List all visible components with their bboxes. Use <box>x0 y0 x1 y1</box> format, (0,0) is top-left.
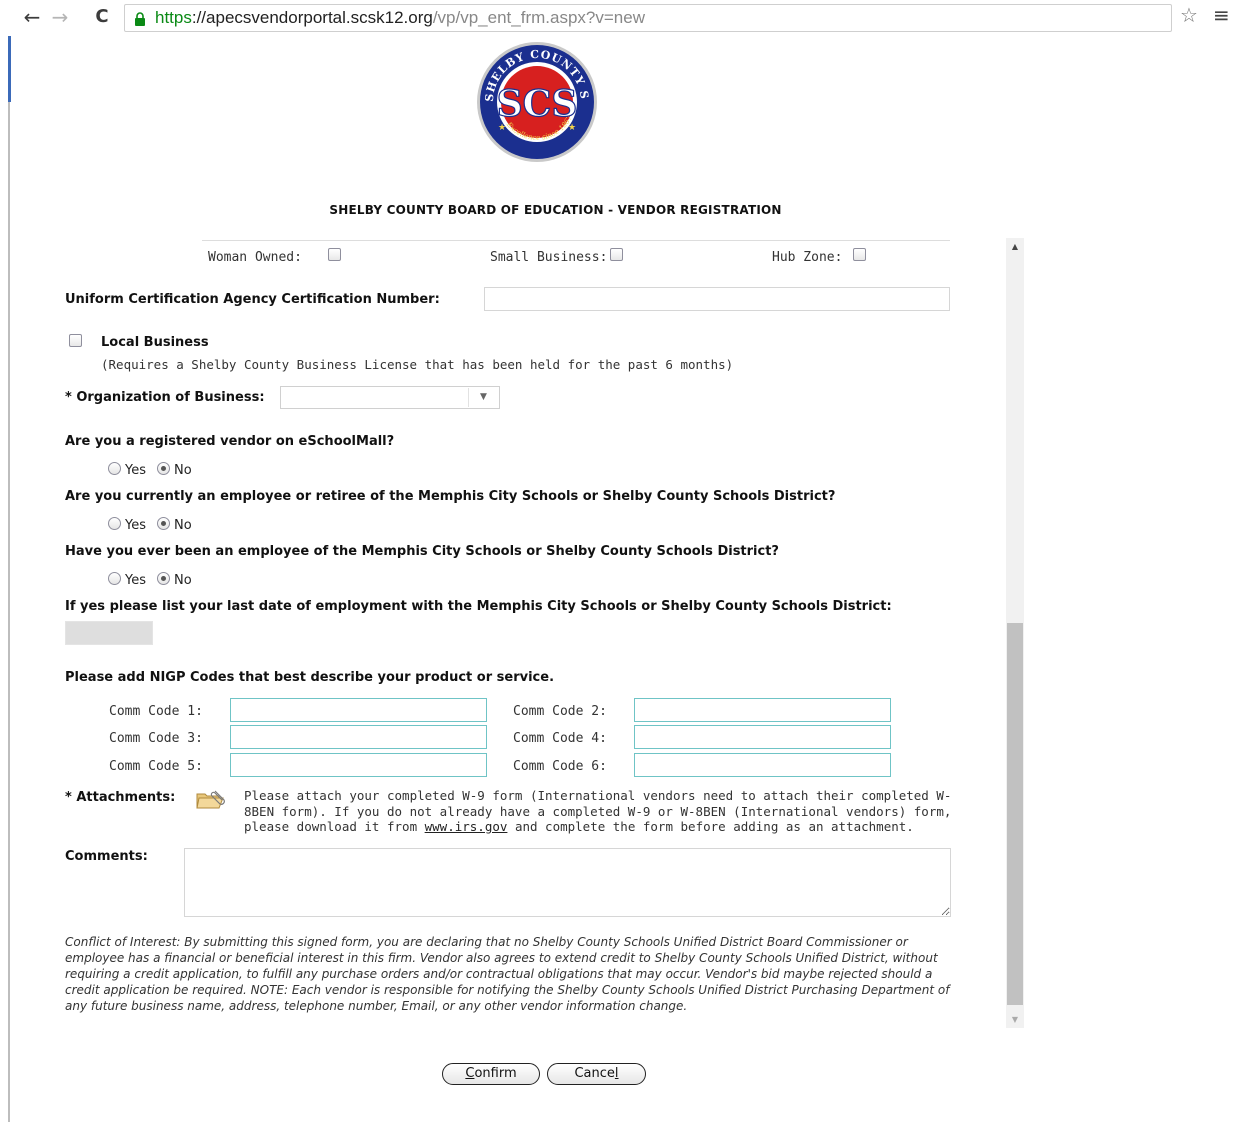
comm-code-3-label: Comm Code 3: <box>109 731 203 746</box>
attachments-label: * Attachments: <box>65 790 176 805</box>
page-title: SHELBY COUNTY BOARD OF EDUCATION - VENDO… <box>329 203 782 217</box>
current-employee-yes-label: Yes <box>125 518 146 533</box>
local-business-note: (Requires a Shelby County Business Licen… <box>101 357 734 372</box>
question-former-employee: Have you ever been an employee of the Me… <box>65 544 779 559</box>
woman-owned-label: Woman Owned: <box>208 250 302 265</box>
last-employment-date-input <box>65 621 153 645</box>
irs-link[interactable]: www.irs.gov <box>425 819 508 834</box>
cancel-accesskey: l <box>614 1066 619 1081</box>
form-scrollbar[interactable]: ▲ ▼ <box>1006 238 1024 1028</box>
url-scheme: https <box>155 8 192 27</box>
logo-monogram: SCS <box>497 83 578 125</box>
chevron-down-icon[interactable]: ▼ <box>468 388 498 407</box>
former-employee-no-radio[interactable] <box>157 572 170 585</box>
browser-toolbar: ← → C https://apecsvendorportal.scsk12.o… <box>0 0 1250 36</box>
url-separator: :// <box>191 8 207 27</box>
current-employee-no-radio[interactable] <box>157 517 170 530</box>
nigp-heading: Please add NIGP Codes that best describe… <box>65 670 555 685</box>
hub-zone-label: Hub Zone: <box>772 250 843 265</box>
url-text: https://apecsvendorportal.scsk12.org/vp/… <box>155 8 645 28</box>
scroll-up-arrow-icon[interactable]: ▲ <box>1006 238 1024 255</box>
conflict-of-interest-text: Conflict of Interest: By submitting this… <box>65 935 950 1013</box>
eschoolmall-no-radio[interactable] <box>157 462 170 475</box>
comm-code-2-input[interactable] <box>634 698 891 722</box>
lock-icon <box>135 12 145 26</box>
shelby-county-schools-logo: SHELBY COUNTY SCHOOLS Excellence since 1… <box>475 40 597 162</box>
menu-icon[interactable]: ≡ <box>1213 3 1230 27</box>
comm-code-3-input[interactable] <box>230 725 487 749</box>
local-business-label: Local Business <box>101 335 209 350</box>
url-path: /vp/vp_ent_frm.aspx?v=new <box>432 8 645 27</box>
comments-label: Comments: <box>65 849 148 864</box>
organization-select[interactable]: ▼ <box>280 386 500 409</box>
question-eschoolmall: Are you a registered vendor on eSchoolMa… <box>65 434 395 449</box>
woman-owned-checkbox[interactable] <box>328 248 341 261</box>
small-business-checkbox[interactable] <box>610 248 623 261</box>
cancel-label-start: Cance <box>574 1066 615 1081</box>
local-business-checkbox[interactable] <box>69 334 82 347</box>
scrollbar-thumb[interactable] <box>1007 623 1023 1005</box>
former-employee-yes-radio[interactable] <box>108 572 121 585</box>
attach-folder-icon[interactable] <box>195 788 227 810</box>
ucaa-label: Uniform Certification Agency Certificati… <box>65 292 440 307</box>
window-edge-accent <box>8 36 11 102</box>
small-business-label: Small Business: <box>490 250 608 265</box>
confirm-label-rest: onfirm <box>474 1066 517 1081</box>
hub-zone-checkbox[interactable] <box>853 248 866 261</box>
comm-code-5-label: Comm Code 5: <box>109 759 203 774</box>
comm-code-1-input[interactable] <box>230 698 487 722</box>
comm-code-4-label: Comm Code 4: <box>513 731 607 746</box>
logo-star-right-icon: ★ <box>568 123 576 133</box>
bookmark-star-icon[interactable]: ☆ <box>1180 3 1198 27</box>
logo-star-left-icon: ★ <box>498 123 506 133</box>
scroll-down-arrow-icon[interactable]: ▼ <box>1006 1011 1024 1028</box>
attachments-text-after: and complete the form before adding as a… <box>507 819 914 834</box>
divider <box>202 240 950 241</box>
window-edge <box>8 36 10 1122</box>
ucaa-number-input[interactable] <box>484 287 950 311</box>
former-employee-no-label: No <box>174 573 192 588</box>
back-arrow-icon[interactable]: ← <box>20 5 44 29</box>
comm-code-1-label: Comm Code 1: <box>109 704 203 719</box>
cancel-button[interactable]: Cancel <box>547 1063 646 1085</box>
attachments-instructions: Please attach your completed W-9 form (I… <box>244 788 964 835</box>
reload-icon[interactable]: C <box>90 5 114 29</box>
organization-label: * Organization of Business: <box>65 390 265 405</box>
confirm-button[interactable]: Confirm <box>442 1063 540 1085</box>
eschoolmall-no-label: No <box>174 463 192 478</box>
comments-textarea[interactable] <box>184 848 951 917</box>
comm-code-5-input[interactable] <box>230 753 487 777</box>
last-employment-date-label: If yes please list your last date of emp… <box>65 599 892 614</box>
eschoolmall-yes-label: Yes <box>125 463 146 478</box>
address-bar[interactable]: https://apecsvendorportal.scsk12.org/vp/… <box>124 4 1172 32</box>
question-current-employee: Are you currently an employee or retiree… <box>65 489 836 504</box>
forward-arrow-icon[interactable]: → <box>48 5 72 29</box>
eschoolmall-yes-radio[interactable] <box>108 462 121 475</box>
comm-code-2-label: Comm Code 2: <box>513 704 607 719</box>
comm-code-4-input[interactable] <box>634 725 891 749</box>
current-employee-no-label: No <box>174 518 192 533</box>
comm-code-6-label: Comm Code 6: <box>513 759 607 774</box>
current-employee-yes-radio[interactable] <box>108 517 121 530</box>
comm-code-6-input[interactable] <box>634 753 891 777</box>
former-employee-yes-label: Yes <box>125 573 146 588</box>
url-host: apecsvendorportal.scsk12.org <box>206 8 433 27</box>
